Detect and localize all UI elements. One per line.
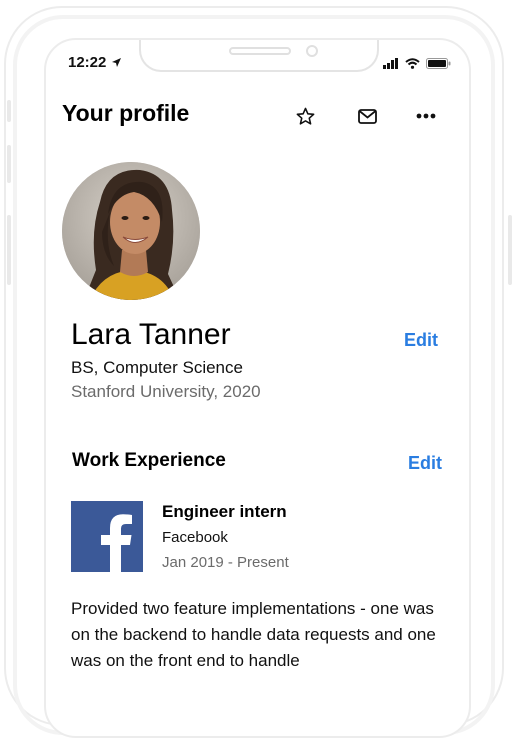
profile-school: Stanford University, 2020 — [71, 382, 261, 401]
job-company: Facebook — [162, 529, 228, 546]
star-icon[interactable] — [294, 105, 316, 127]
mail-icon[interactable] — [356, 105, 378, 127]
work-experience-title: Work Experience — [72, 450, 226, 471]
front-camera — [306, 45, 318, 57]
phone-screen: 12:22 Your profile Lara Tanner Edit BS, … — [44, 38, 471, 738]
job-title: Engineer intern — [162, 502, 287, 521]
volume-down-button — [7, 215, 11, 285]
edit-work-experience-button[interactable]: Edit — [408, 453, 442, 474]
avatar — [62, 162, 200, 300]
volume-up-button — [7, 145, 11, 183]
battery-icon — [426, 56, 451, 74]
location-arrow-icon — [111, 55, 122, 72]
page-title: Your profile — [62, 100, 190, 126]
profile-name: Lara Tanner — [71, 318, 231, 351]
status-time: 12:22 — [68, 54, 122, 72]
power-button — [508, 215, 512, 285]
profile-degree: BS, Computer Science — [71, 358, 243, 377]
wifi-icon — [405, 56, 420, 74]
speaker-grille — [229, 47, 291, 55]
job-description: Provided two feature implementations - o… — [71, 599, 436, 670]
status-indicators — [383, 56, 451, 74]
more-options-icon[interactable] — [415, 105, 437, 127]
facebook-logo-icon — [71, 501, 143, 572]
signal-icon — [383, 56, 399, 74]
job-dates: Jan 2019 - Present — [162, 554, 289, 571]
edit-profile-button[interactable]: Edit — [404, 330, 438, 351]
side-button — [7, 100, 11, 122]
notch — [139, 40, 379, 72]
